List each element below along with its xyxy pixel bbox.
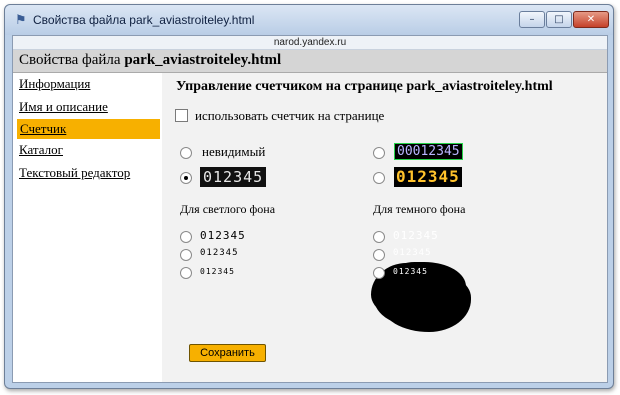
invisible-label: невидимый	[202, 144, 266, 159]
maximize-icon: □	[554, 14, 564, 25]
address-bar: narod.yandex.ru	[13, 36, 607, 50]
client-area: narod.yandex.ru Свойства файла park_avia…	[12, 35, 608, 383]
radio-counter-lcd[interactable]	[373, 147, 385, 159]
radio-dark-large[interactable]	[373, 231, 385, 243]
radio-dark-medium[interactable]	[373, 249, 385, 261]
radio-light-medium[interactable]	[180, 249, 192, 261]
sidebar-item-counter[interactable]: Счетчик	[17, 119, 160, 139]
webpage-icon: ⚑	[15, 13, 27, 28]
dark-bg-label: Для темного фона	[373, 202, 466, 216]
dark-counter-large: 012345	[393, 229, 439, 242]
close-icon: ✕	[586, 14, 596, 25]
page-title-prefix: Свойства файла	[19, 52, 125, 68]
minimize-icon: –	[529, 14, 535, 25]
use-counter-checkbox[interactable]	[175, 109, 188, 122]
dark-counter-medium: 012345	[393, 248, 432, 258]
window-title: Свойства файла park_aviastroiteley.html	[33, 13, 255, 27]
radio-light-small[interactable]	[180, 267, 192, 279]
properties-window: ⚑ Свойства файла park_aviastroiteley.htm…	[4, 4, 614, 389]
page-header: Свойства файла park_aviastroiteley.html	[13, 50, 607, 73]
light-bg-label: Для светлого фона	[180, 202, 276, 216]
light-counter-medium: 012345	[200, 248, 239, 258]
sidebar-item-catalog[interactable]: Каталог	[19, 142, 63, 158]
panel-heading: Управление счетчиком на странице park_av…	[176, 79, 553, 94]
light-counter-small: 012345	[200, 267, 235, 276]
radio-light-large[interactable]	[180, 231, 192, 243]
counter-preview-gray: 012345	[200, 167, 267, 187]
sidebar-item-name[interactable]: Имя и описание	[19, 99, 108, 115]
minimize-button[interactable]: –	[519, 11, 545, 28]
counter-panel: Управление счетчиком на странице park_av…	[162, 73, 607, 382]
save-button[interactable]: Сохранить	[189, 344, 266, 362]
page-title-filename: park_aviastroiteley.html	[124, 52, 282, 68]
close-button[interactable]: ✕	[573, 11, 609, 28]
counter-preview-yellow: 012345	[394, 167, 462, 187]
radio-dark-small[interactable]	[373, 267, 385, 279]
use-counter-label: использовать счетчик на странице	[195, 108, 385, 123]
page-title: Свойства файла park_aviastroiteley.html	[19, 52, 281, 69]
sidebar: Информация Имя и описание Счетчик Катало…	[13, 73, 162, 382]
radio-counter-yellow[interactable]	[373, 172, 385, 184]
radio-invisible[interactable]	[180, 147, 192, 159]
sidebar-item-text-editor[interactable]: Текстовый редактор	[19, 165, 130, 181]
title-bar[interactable]: ⚑ Свойства файла park_aviastroiteley.htm…	[5, 5, 613, 35]
light-counter-large: 012345	[200, 229, 246, 242]
dark-counter-small: 012345	[393, 267, 428, 276]
radio-counter-gray[interactable]	[180, 172, 192, 184]
sidebar-item-info[interactable]: Информация	[19, 76, 90, 92]
maximize-button[interactable]: □	[546, 11, 572, 28]
counter-preview-lcd: 00012345	[394, 143, 463, 160]
